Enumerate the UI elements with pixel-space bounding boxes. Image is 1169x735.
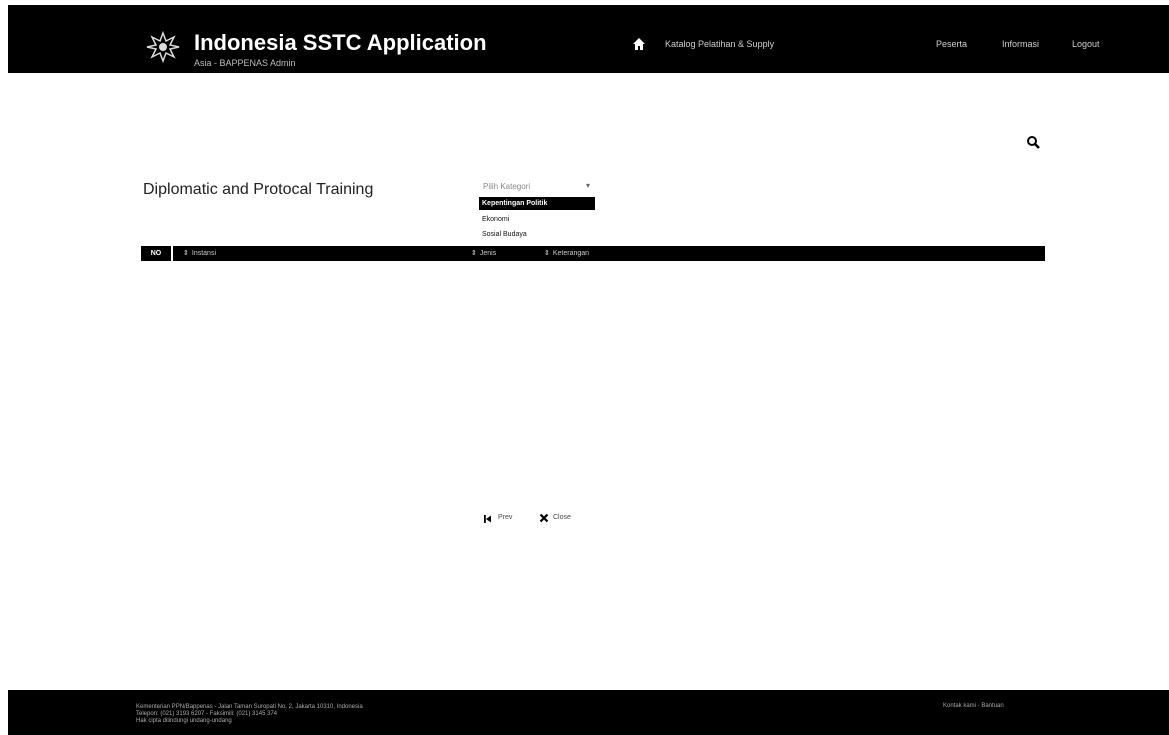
- first-page-icon[interactable]: [483, 514, 493, 524]
- home-icon[interactable]: [632, 37, 646, 51]
- category-select[interactable]: Pilih Kategori: [483, 182, 530, 191]
- table-header: NO ⇕ Instansi ⇕ Jenis ⇕ Keterangan: [141, 246, 1045, 261]
- nav-link-informasi[interactable]: Informasi: [1002, 39, 1039, 49]
- sort-icon[interactable]: ⇕: [544, 250, 550, 257]
- column-header-label: Jenis: [479, 250, 497, 257]
- column-header-instansi[interactable]: ⇕ Instansi: [183, 246, 216, 261]
- sort-icon[interactable]: ⇕: [471, 250, 477, 257]
- search-icon[interactable]: [1026, 135, 1040, 149]
- pager-close-label[interactable]: Close: [553, 514, 571, 521]
- chevron-down-icon[interactable]: ▾: [586, 181, 590, 190]
- nav-link-peserta[interactable]: Peserta: [936, 39, 967, 49]
- footer-copyright: Hak cipta dilindungi undang-undang: [136, 718, 232, 724]
- close-icon[interactable]: [539, 513, 549, 523]
- dropdown-option[interactable]: Sosial Budaya: [479, 228, 530, 241]
- garuda-logo-icon[interactable]: [143, 27, 183, 67]
- nav-link-logout[interactable]: Logout: [1072, 39, 1100, 49]
- pager-prev-label[interactable]: Prev: [498, 514, 512, 521]
- dropdown-option[interactable]: Ekonomi: [479, 213, 512, 226]
- column-header-jenis[interactable]: ⇕ Jenis: [471, 246, 496, 261]
- top-header: Indonesia SSTC Application Asia - BAPPEN…: [8, 5, 1169, 73]
- column-header-keterangan[interactable]: ⇕ Keterangan: [544, 246, 589, 261]
- dropdown-option-selected[interactable]: Kepentingan Politik: [479, 197, 595, 210]
- sort-icon[interactable]: ⇕: [183, 250, 189, 257]
- app-subtitle: Asia - BAPPENAS Admin: [194, 58, 296, 68]
- footer-contact: Telepon: (021) 3193 6207 - Faksimili: (0…: [136, 711, 278, 717]
- footer-links[interactable]: Kontak kami - Bantuan: [943, 703, 1004, 709]
- column-header-no[interactable]: NO: [141, 246, 173, 261]
- footer-address: Kementerian PPN/Bappenas - Jalan Taman S…: [136, 704, 363, 710]
- nav-link-home[interactable]: Katalog Pelatihan & Supply: [665, 39, 774, 49]
- column-header-label: Keterangan: [552, 250, 590, 257]
- column-header-label: Instansi: [191, 250, 216, 257]
- footer: Kementerian PPN/Bappenas - Jalan Taman S…: [8, 690, 1169, 735]
- page-title: Diplomatic and Protocal Training: [143, 181, 374, 198]
- app-title[interactable]: Indonesia SSTC Application: [194, 30, 487, 56]
